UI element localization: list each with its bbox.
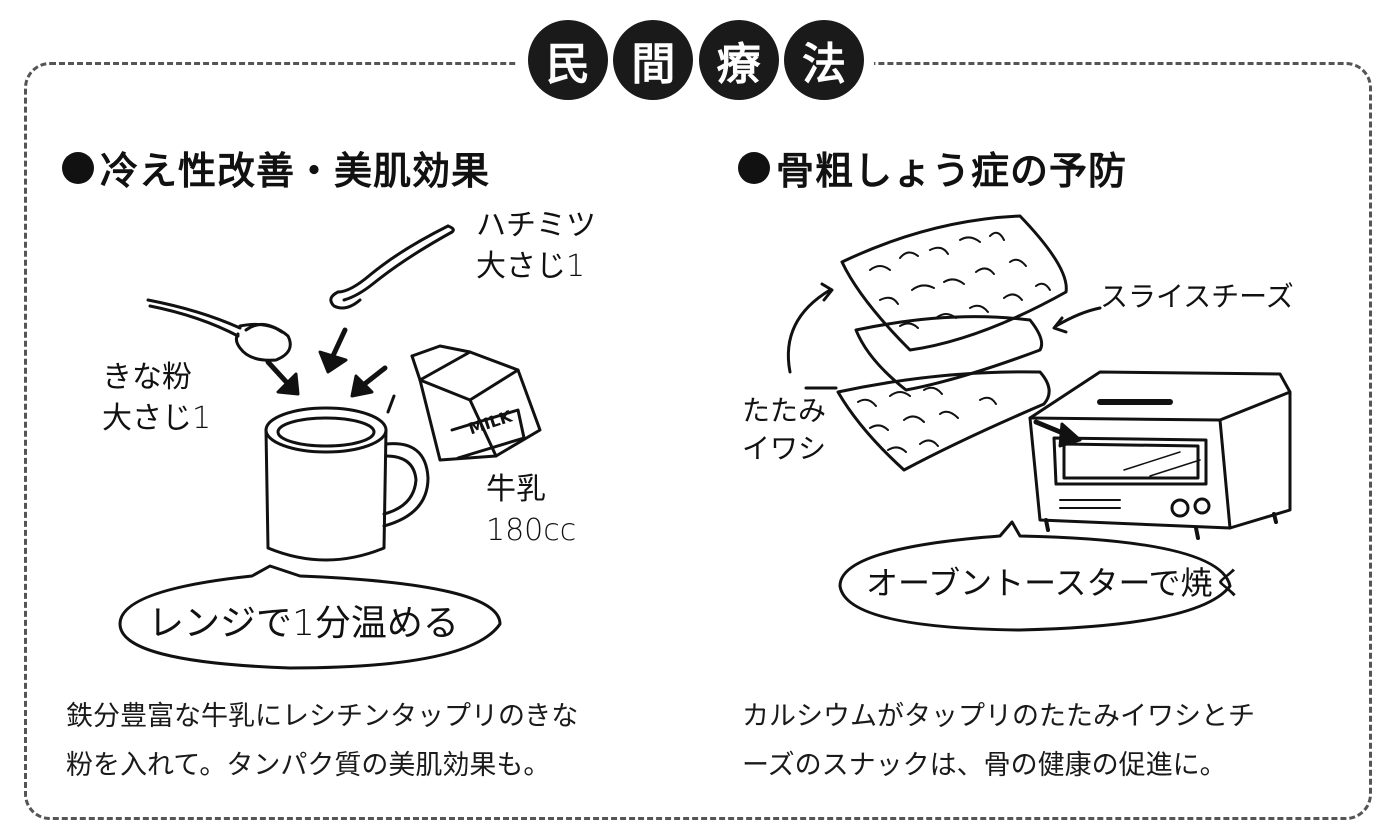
right-description-line-1: カルシウムがタップリのたたみイワシとチ (742, 701, 1255, 732)
right-description-line-2: ーズのスナックは、骨の健康の促進に。 (742, 750, 1227, 781)
left-bubble-text: レンジで1分温める (148, 603, 459, 644)
right-bubble-text: オーブントースターで焼く (866, 564, 1245, 602)
milk-carton-icon (386, 344, 542, 462)
arrow-icon (1033, 419, 1082, 448)
toaster-oven-icon (1028, 370, 1292, 540)
kinako-label: きな粉 大さじ1 (102, 360, 212, 436)
kinako-spoon-icon (146, 298, 292, 362)
cheese-label: スライスチーズ (1100, 280, 1294, 313)
left-description: 鉄分豊富な牛乳にレシチンタップリのきな 粉を入れて。タンパク質の美肌効果も。 (66, 692, 578, 790)
honey-spoon-icon (329, 224, 455, 310)
left-description-line-2: 粉を入れて。タンパク質の美肌効果も。 (66, 750, 551, 781)
left-description-line-1: 鉄分豊富な牛乳にレシチンタップリのきな (66, 701, 579, 732)
honey-label: ハチミツ 大さじ1 (476, 208, 596, 284)
mug-icon (264, 406, 430, 562)
arrow-icon (265, 327, 388, 398)
right-description: カルシウムがタップリのたたみイワシとチ ーズのスナックは、骨の健康の促進に。 (742, 692, 1255, 790)
iwashi-label: たたみ イワシ (742, 394, 827, 465)
arrow-icon (786, 288, 832, 374)
milk-label: 牛乳 180cc (486, 472, 577, 548)
